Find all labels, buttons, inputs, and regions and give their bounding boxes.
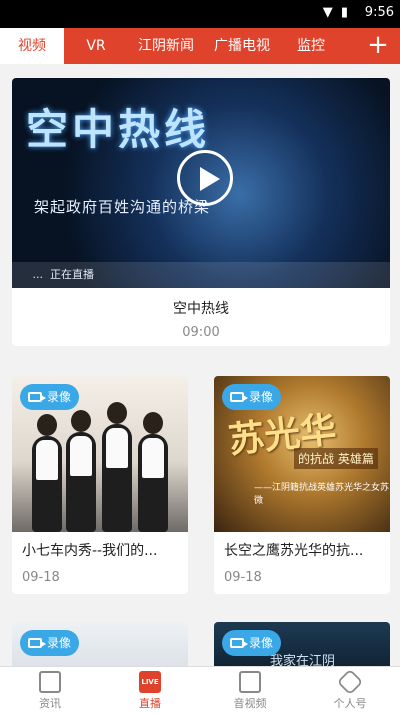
tab-broadcast-tv[interactable]: 广播电视 [204,28,280,64]
video-feed[interactable]: 空中热线 架起政府百姓沟通的桥梁 ... 正在直播 空中热线 09:00 录像 … [0,64,400,666]
group-photo [32,402,172,532]
video-title: 长空之鹰苏光华的抗... [224,543,364,559]
status-bar: ▼ ▮ 9:56 [0,0,400,28]
thumbnail-subtitle-art: 架起政府百姓沟通的桥梁 [34,198,211,216]
video-card[interactable]: 录像 小七车内秀--我们的... 09-18 [12,376,188,594]
add-channel-button[interactable]: + [360,28,396,64]
video-thumbnail[interactable]: 录像 [12,622,188,666]
profile-icon [336,668,364,696]
replay-badge: 录像 [20,384,80,410]
channel-tab-bar: 视频 VR 江阴新闻 广播电视 监控 [0,28,400,64]
thumbnail-caption-strip: ... 正在直播 [12,262,390,288]
featured-time: 09:00 [182,325,220,340]
video-thumbnail[interactable]: 苏光华 的抗战 英雄篇 ——江阴籍抗战英雄苏光华之女苏微 录像 [214,376,390,532]
featured-thumbnail[interactable]: 空中热线 架起政府百姓沟通的桥梁 ... 正在直播 [12,78,390,288]
thumbnail-title-art: 空中热线 [26,105,211,154]
video-date: 09-18 [224,570,262,585]
video-card[interactable]: 录像 [12,622,188,666]
video-card[interactable]: 苏光华 的抗战 英雄篇 ——江阴籍抗战英雄苏光华之女苏微 录像 长空之鹰苏光华的… [214,376,390,594]
bottom-nav: 资讯 LIVE 直播 音视频 个人号 [0,666,400,714]
thumbnail-title-art: 我家在江阴 [270,654,336,666]
status-time: 9:56 [364,5,394,20]
replay-badge: 录像 [222,630,282,656]
tab-monitor[interactable]: 监控 [280,28,342,64]
featured-title: 空中热线 [173,301,229,317]
news-icon [39,671,61,693]
camera-icon [230,638,248,648]
signal-battery-icon: ▼ ▮ [322,5,350,20]
camera-icon [28,392,46,402]
camera-icon [28,638,46,648]
nav-news[interactable]: 资讯 [0,667,100,714]
live-icon: LIVE [139,671,161,693]
video-card[interactable]: 我家在江阴 录像 [214,622,390,666]
tab-jiangyin-news[interactable]: 江阴新闻 [128,28,204,64]
nav-live[interactable]: LIVE 直播 [100,667,200,714]
video-icon [239,671,261,693]
tab-video[interactable]: 视频 [0,28,64,64]
video-title: 小七车内秀--我们的... [22,543,158,559]
video-thumbnail[interactable]: 录像 [12,376,188,532]
video-date: 09-18 [22,570,60,585]
camera-icon [230,392,248,402]
replay-badge: 录像 [20,630,80,656]
featured-live-card[interactable]: 空中热线 架起政府百姓沟通的桥梁 ... 正在直播 空中热线 09:00 [12,78,390,346]
replay-badge: 录像 [222,384,282,410]
video-thumbnail[interactable]: 我家在江阴 录像 [214,622,390,666]
thumbnail-subtitle-art: 的抗战 英雄篇 [294,448,378,469]
nav-audio-video[interactable]: 音视频 [200,667,300,714]
tab-vr[interactable]: VR [64,28,128,64]
thumbnail-caption-art: ——江阴籍抗战英雄苏光华之女苏微 [254,483,390,506]
play-icon[interactable] [177,150,233,206]
nav-profile[interactable]: 个人号 [300,667,400,714]
